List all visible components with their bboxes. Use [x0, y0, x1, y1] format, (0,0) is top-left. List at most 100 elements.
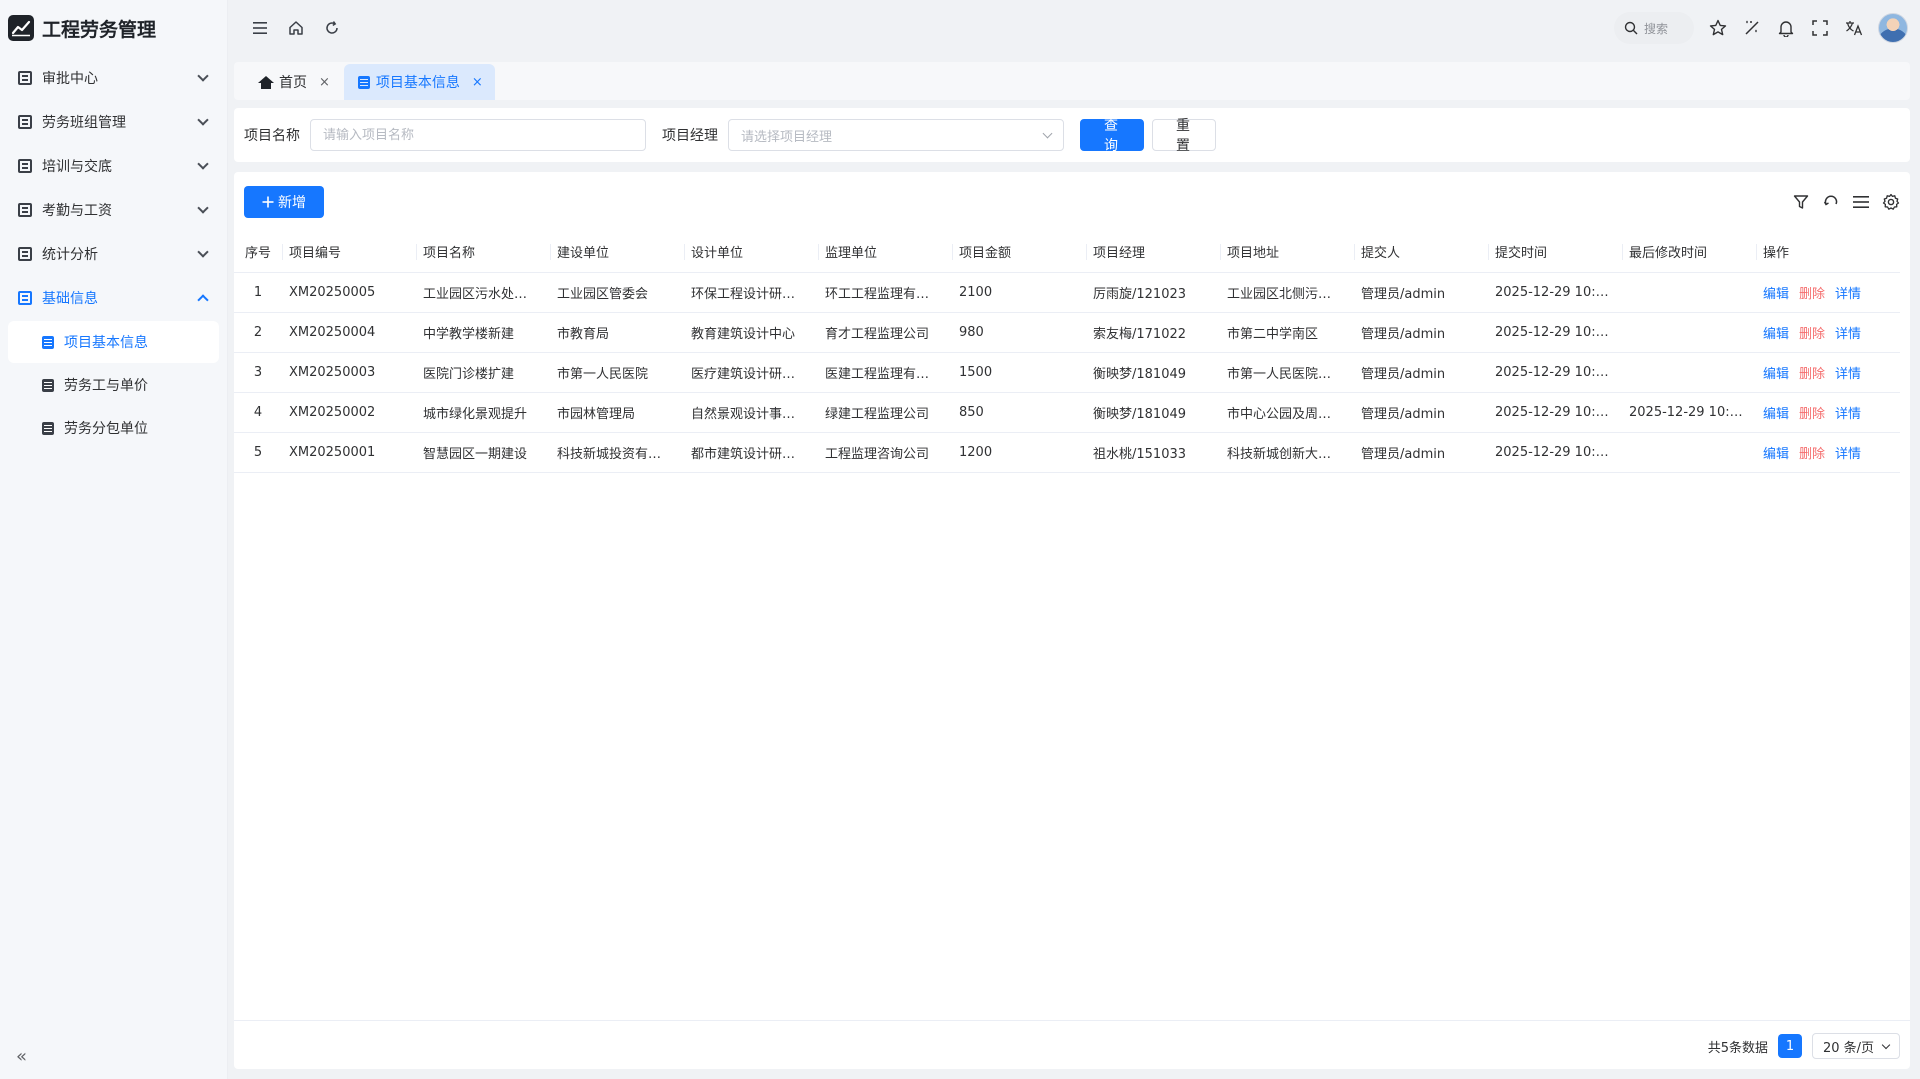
column-header: 操作	[1756, 232, 1900, 273]
select-placeholder: 请选择项目经理	[741, 129, 833, 145]
table-cell: XM20250001	[282, 432, 416, 473]
table-cell: 环工工程监理有…	[818, 272, 952, 313]
chevron-down-icon	[1042, 128, 1053, 138]
project-name-input[interactable]	[310, 119, 646, 151]
refresh-table-icon[interactable]	[1822, 193, 1840, 211]
table-cell	[1622, 272, 1756, 313]
home-icon	[258, 75, 274, 89]
settings-gear-icon[interactable]	[1882, 193, 1900, 211]
sidebar-menu: 审批中心 劳务班组管理 培训与交底 考勤与工资 统计分析 基础信息 项目基本信息…	[0, 56, 227, 449]
delete-link[interactable]: 删除	[1799, 283, 1825, 302]
edit-link[interactable]: 编辑	[1763, 443, 1789, 462]
list-icon	[18, 291, 32, 305]
column-header: 项目编号	[282, 232, 416, 273]
delete-link[interactable]: 删除	[1799, 403, 1825, 422]
sidebar-subitem-workers-prices[interactable]: 劳务工与单价	[8, 364, 219, 406]
density-icon[interactable]	[1852, 193, 1870, 211]
table-cell: 工业园区管委会	[550, 272, 684, 313]
refresh-icon[interactable]	[322, 18, 342, 38]
table-cell	[1622, 432, 1756, 473]
column-header: 最后修改时间	[1622, 232, 1756, 273]
table-row: 3 XM20250003 医院门诊楼扩建 市第一人民医院 医疗建筑设计研… 医建…	[234, 352, 1900, 393]
global-search[interactable]: 搜索	[1614, 12, 1694, 44]
table-cell: 衡映梦/181049	[1086, 352, 1220, 393]
close-icon[interactable]: ×	[319, 75, 330, 90]
table-cell: 工业园区污水处…	[416, 272, 550, 313]
detail-link[interactable]: 详情	[1835, 283, 1861, 302]
filter-icon[interactable]	[1792, 193, 1810, 211]
sidebar: 工程劳务管理 审批中心 劳务班组管理 培训与交底 考勤与工资 统计分析 基础信息…	[0, 0, 228, 1079]
sidebar-item-labor-team[interactable]: 劳务班组管理	[8, 100, 219, 144]
page-button-current[interactable]: 1	[1778, 1034, 1802, 1058]
detail-link[interactable]: 详情	[1835, 323, 1861, 342]
table-cell: 2025-12-29 10:26…	[1488, 432, 1622, 473]
chevron-up-icon	[197, 294, 209, 306]
list-icon	[18, 247, 32, 261]
detail-link[interactable]: 详情	[1835, 403, 1861, 422]
list-icon	[18, 159, 32, 173]
page-size-label: 20 条/页	[1823, 1040, 1875, 1056]
column-header: 项目金额	[952, 232, 1086, 273]
row-actions: 编辑 删除 详情	[1756, 392, 1900, 433]
table-cell: 1500	[952, 352, 1086, 393]
tab-project-info[interactable]: 项目基本信息 ×	[343, 64, 495, 100]
project-manager-select[interactable]: 请选择项目经理	[728, 119, 1064, 151]
table-cell: 2025-12-29 10:29…	[1488, 272, 1622, 313]
sidebar-item-label: 考勤与工资	[42, 203, 112, 219]
chevron-down-icon	[197, 202, 209, 214]
table-cell: 厉雨旋/121023	[1086, 272, 1220, 313]
document-icon	[42, 378, 54, 392]
table-row: 1 XM20250005 工业园区污水处… 工业园区管委会 环保工程设计研… 环…	[234, 272, 1900, 313]
delete-link[interactable]: 删除	[1799, 323, 1825, 342]
sidebar-subitem-label: 劳务工与单价	[64, 378, 148, 394]
list-icon	[18, 71, 32, 85]
sidebar-item-approval-center[interactable]: 审批中心	[8, 56, 219, 100]
add-button[interactable]: 新增	[244, 186, 324, 218]
user-avatar[interactable]	[1878, 13, 1908, 43]
close-icon[interactable]: ×	[472, 75, 483, 90]
collapse-sidebar-icon[interactable]: «	[16, 1046, 27, 1067]
translate-icon[interactable]	[1844, 18, 1864, 38]
delete-link[interactable]: 删除	[1799, 443, 1825, 462]
column-header: 建设单位	[550, 232, 684, 273]
column-header: 项目经理	[1086, 232, 1220, 273]
column-header: 项目地址	[1220, 232, 1354, 273]
detail-link[interactable]: 详情	[1835, 443, 1861, 462]
edit-link[interactable]: 编辑	[1763, 283, 1789, 302]
menu-toggle-icon[interactable]	[250, 18, 270, 38]
list-icon	[18, 115, 32, 129]
table-cell: XM20250005	[282, 272, 416, 313]
theme-icon[interactable]	[1742, 18, 1762, 38]
home-icon[interactable]	[286, 18, 306, 38]
sidebar-item-statistics[interactable]: 统计分析	[8, 232, 219, 276]
table-cell: 2100	[952, 272, 1086, 313]
star-icon[interactable]	[1708, 18, 1728, 38]
table-cell: 市园林管理局	[550, 392, 684, 433]
sidebar-item-training[interactable]: 培训与交底	[8, 144, 219, 188]
table-cell: 2025-12-29 10:26…	[1622, 392, 1756, 433]
edit-link[interactable]: 编辑	[1763, 403, 1789, 422]
delete-link[interactable]: 删除	[1799, 363, 1825, 382]
sidebar-subitem-project-info[interactable]: 项目基本信息	[8, 321, 219, 363]
table-row: 2 XM20250004 中学教学楼新建 市教育局 教育建筑设计中心 育才工程监…	[234, 312, 1900, 353]
top-bar: 搜索	[228, 0, 1920, 56]
tab-home[interactable]: 首页 ×	[244, 64, 342, 100]
table-cell	[1622, 312, 1756, 353]
edit-link[interactable]: 编辑	[1763, 323, 1789, 342]
query-button[interactable]: 查询	[1080, 118, 1144, 154]
table-cell: 市第二中学南区	[1220, 312, 1354, 353]
detail-link[interactable]: 详情	[1835, 363, 1861, 382]
page-size-select[interactable]: 20 条/页	[1812, 1033, 1900, 1059]
fullscreen-icon[interactable]	[1810, 18, 1830, 38]
reset-button[interactable]: 重置	[1152, 118, 1216, 154]
sidebar-item-basic-info[interactable]: 基础信息	[8, 276, 219, 320]
chart-logo-icon	[8, 15, 34, 41]
tab-label: 首页	[279, 75, 307, 91]
table-cell: 中学教学楼新建	[416, 312, 550, 353]
table-cell: 4	[234, 392, 282, 433]
edit-link[interactable]: 编辑	[1763, 363, 1789, 382]
sidebar-item-attendance[interactable]: 考勤与工资	[8, 188, 219, 232]
row-actions: 编辑 删除 详情	[1756, 312, 1900, 353]
sidebar-subitem-subcontractors[interactable]: 劳务分包单位	[8, 407, 219, 449]
bell-icon[interactable]	[1776, 18, 1796, 38]
